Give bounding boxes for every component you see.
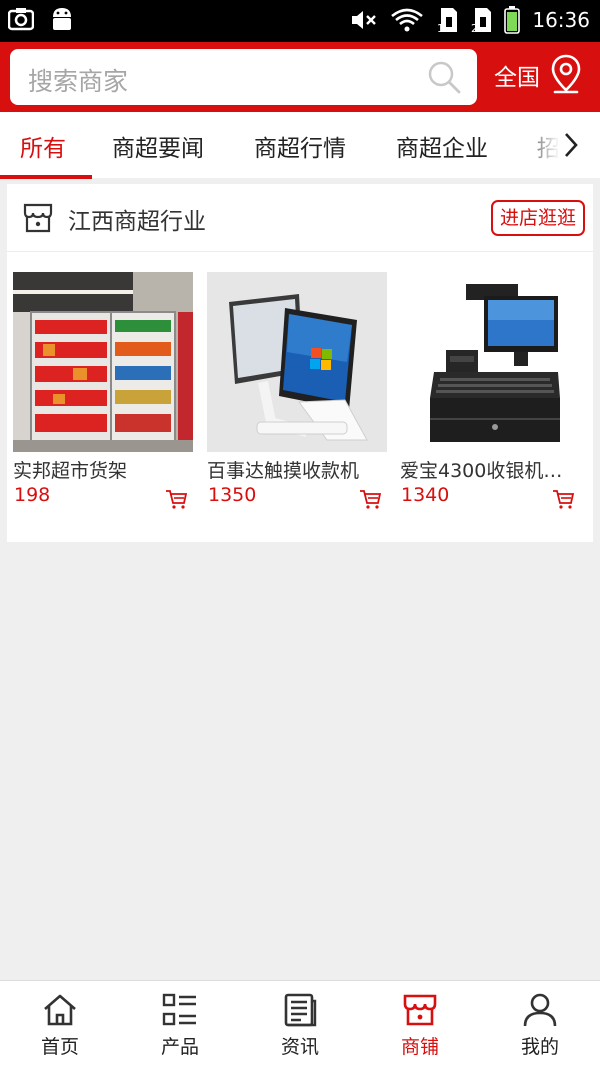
store-header[interactable]: 江西商超行业 进店逛逛 — [7, 184, 593, 252]
svg-text:1: 1 — [437, 22, 444, 33]
user-icon — [523, 993, 557, 1027]
sim2-icon: 2 — [471, 8, 492, 33]
header-bar: 搜索商家 全国 — [0, 42, 600, 112]
visit-store-button[interactable]: 进店逛逛 — [490, 200, 585, 236]
tab-companies[interactable]: 商超企业 — [396, 129, 488, 163]
category-tabs: 所有 商超要闻 商超行情 商超企业 招 — [0, 112, 600, 178]
tab-news[interactable]: 商超要闻 — [112, 129, 204, 163]
search-placeholder: 搜索商家 — [28, 67, 129, 96]
nav-label: 资讯 — [280, 1036, 319, 1058]
tabs-scroll-right[interactable] — [538, 112, 600, 178]
shop-icon — [403, 994, 437, 1026]
product-image-touch-pos[interactable] — [207, 272, 387, 452]
product-price: 1350 — [208, 484, 257, 506]
list-icon — [162, 993, 196, 1026]
bottom-nav: 首页 产品 资讯 商铺 我的 — [0, 980, 600, 1067]
clock: 16:36 — [532, 8, 590, 32]
mute-icon — [352, 11, 377, 29]
product-card[interactable]: 实邦超市货架 198 — [13, 272, 193, 509]
product-title[interactable]: 爱宝4300收银机… — [400, 456, 575, 483]
cart-icon[interactable] — [165, 489, 187, 509]
product-title[interactable]: 百事达触摸收款机 — [207, 456, 382, 483]
screenshot-icon — [8, 8, 34, 31]
news-icon — [284, 993, 317, 1027]
nav-label: 我的 — [520, 1036, 559, 1058]
svg-text:2: 2 — [471, 22, 478, 33]
nav-home[interactable]: 首页 — [0, 981, 120, 1067]
active-tab-indicator — [0, 175, 92, 179]
search-icon[interactable] — [427, 60, 461, 94]
store-name: 江西商超行业 — [68, 209, 206, 235]
tab-market[interactable]: 商超行情 — [254, 129, 346, 163]
product-image-cash-register[interactable] — [400, 272, 580, 452]
nav-news[interactable]: 资讯 — [240, 981, 360, 1067]
store-card: 江西商超行业 进店逛逛 实邦超市货架 198 百事达触摸收款机 1350 爱宝4… — [7, 184, 593, 542]
nav-me[interactable]: 我的 — [480, 981, 600, 1067]
tab-all[interactable]: 所有 — [20, 129, 66, 163]
home-icon — [44, 994, 76, 1026]
product-price: 198 — [14, 484, 51, 506]
nav-label: 商铺 — [400, 1036, 439, 1058]
cart-icon[interactable] — [359, 489, 381, 509]
cart-icon[interactable] — [552, 489, 574, 509]
product-title[interactable]: 实邦超市货架 — [13, 456, 188, 483]
product-card[interactable]: 爱宝4300收银机… 1340 — [400, 272, 580, 509]
status-bar: 1 2 16:36 — [0, 0, 600, 42]
android-icon — [53, 8, 71, 30]
store-icon — [23, 203, 53, 233]
chevron-right-icon — [565, 133, 578, 157]
product-image-shelf[interactable] — [13, 272, 193, 452]
location-icon[interactable] — [550, 54, 582, 94]
product-card[interactable]: 百事达触摸收款机 1350 — [207, 272, 387, 509]
region-selector[interactable]: 全国 — [494, 58, 540, 92]
nav-products[interactable]: 产品 — [120, 981, 240, 1067]
sim1-icon: 1 — [437, 8, 458, 33]
nav-label: 产品 — [160, 1036, 199, 1058]
search-input[interactable]: 搜索商家 — [10, 49, 477, 105]
nav-shops[interactable]: 商铺 — [360, 981, 480, 1067]
wifi-icon — [391, 8, 424, 32]
product-price: 1340 — [401, 484, 450, 506]
nav-label: 首页 — [40, 1036, 79, 1058]
battery-icon — [504, 6, 521, 34]
